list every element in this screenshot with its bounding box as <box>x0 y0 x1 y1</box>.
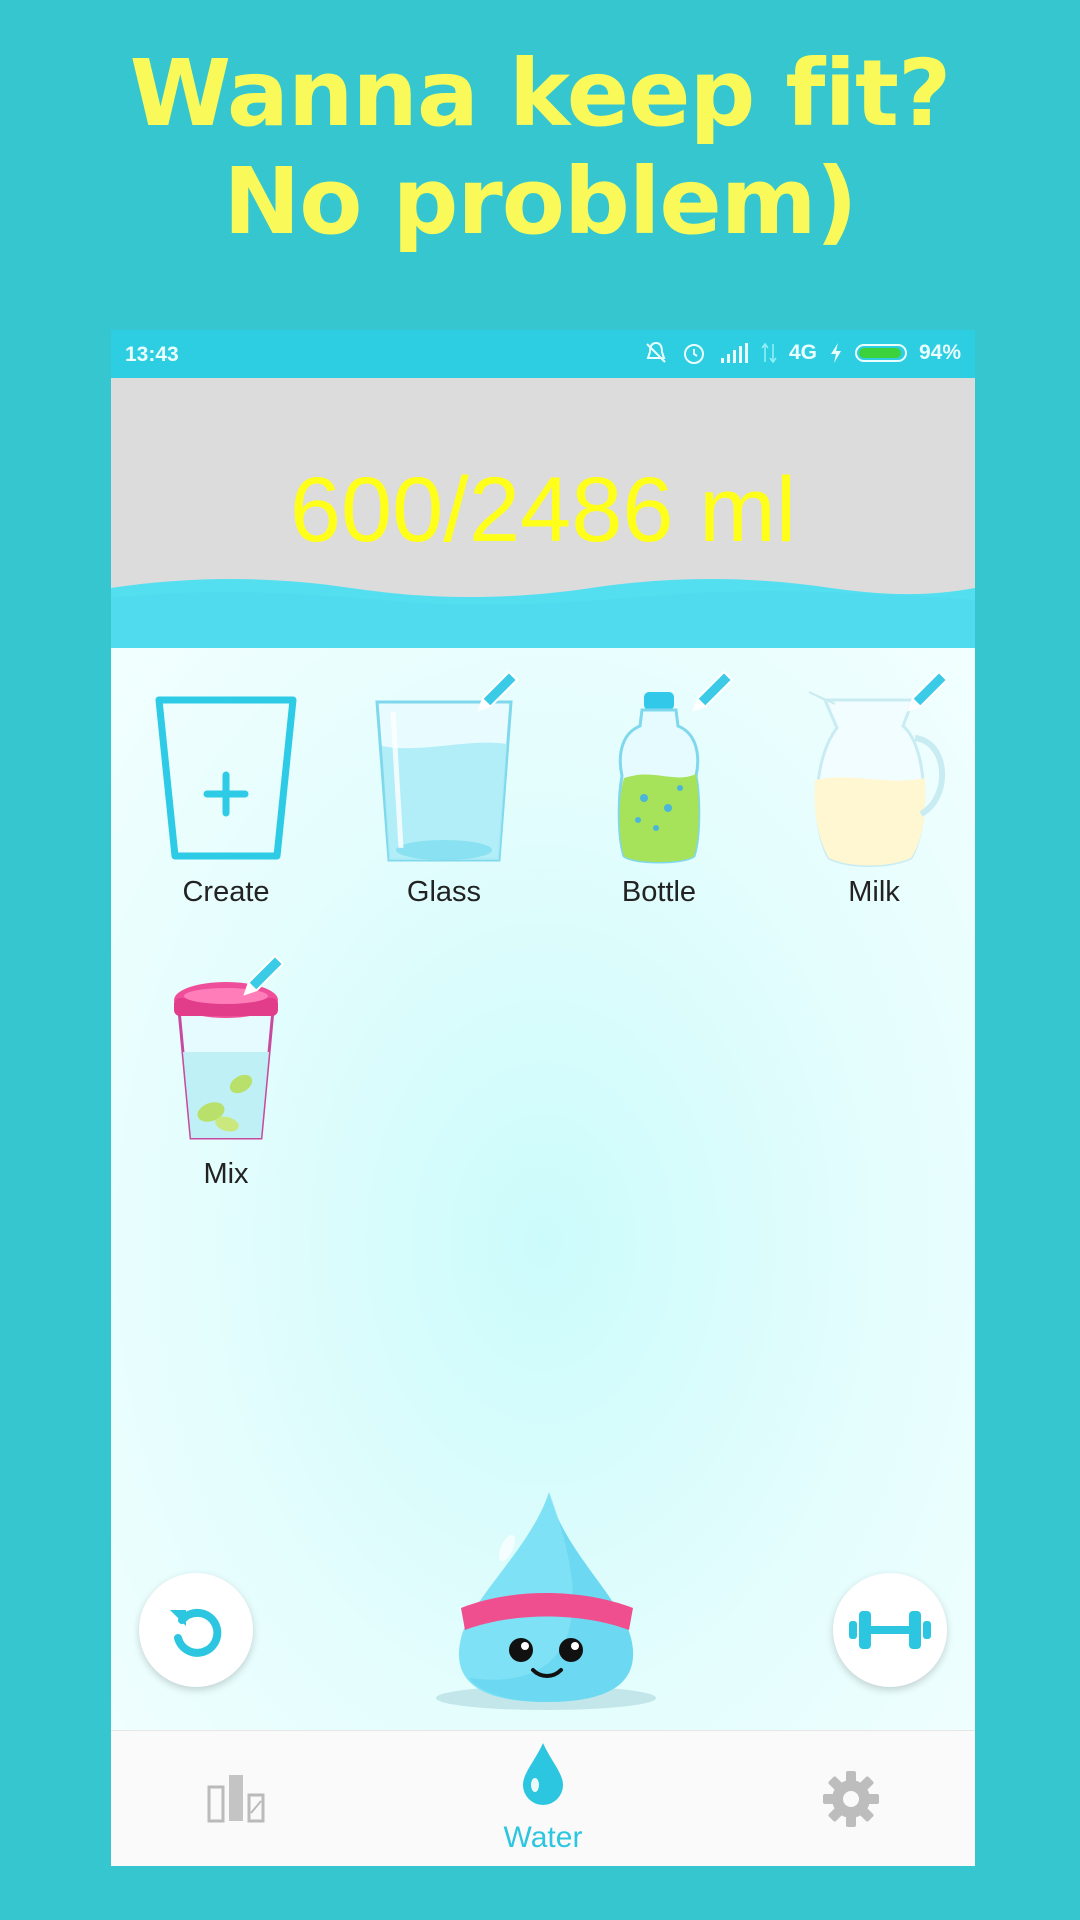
drink-label: Milk <box>848 876 900 908</box>
mix-cup-icon <box>131 970 321 1150</box>
dumbbell-icon <box>849 1611 931 1649</box>
promo-line-1: Wanna keep fit? <box>129 40 952 147</box>
network-type: 4G <box>788 341 817 364</box>
drink-label: Create <box>182 876 270 908</box>
drink-label: Bottle <box>621 876 697 908</box>
signal-icon <box>720 343 748 363</box>
edit-pencil-icon[interactable] <box>235 948 291 1004</box>
edit-pencil-icon[interactable] <box>899 664 955 720</box>
edit-pencil-icon[interactable] <box>684 664 740 720</box>
edit-pencil-icon[interactable] <box>469 664 525 720</box>
data-transfer-icon <box>761 342 777 364</box>
battery-icon <box>854 344 907 362</box>
chart-icon <box>207 1775 265 1823</box>
nav-water[interactable]: Water <box>443 1731 643 1866</box>
nav-stats[interactable] <box>137 1731 337 1866</box>
promo-line-2: No problem) <box>223 148 857 255</box>
drink-create[interactable]: Create <box>131 688 321 909</box>
phone-screen: 13:43 4G 94% 600/2486 ml Create Glass Bo… <box>111 330 975 1866</box>
mute-icon <box>646 341 666 363</box>
drink-grid: Create Glass Bottle Milk Mix <box>111 648 975 1730</box>
status-icons: 4G 94% <box>643 340 961 366</box>
alarm-icon <box>683 344 704 364</box>
progress-header: 600/2486 ml <box>111 378 975 648</box>
undo-icon <box>170 1608 222 1657</box>
undo-button[interactable] <box>139 1573 253 1687</box>
create-cup-icon <box>131 688 321 868</box>
drink-label: Mix <box>203 1158 249 1190</box>
gear-icon <box>823 1771 879 1827</box>
status-bar: 13:43 4G 94% <box>111 330 975 378</box>
water-drop-mascot <box>436 1492 656 1710</box>
bottom-nav: Water <box>111 1730 975 1866</box>
charging-icon <box>830 343 841 363</box>
drink-label: Glass <box>406 876 482 908</box>
promo-headline: Wanna keep fit? No problem) <box>0 40 1080 256</box>
water-drop-icon <box>523 1743 563 1805</box>
status-time: 13:43 <box>125 343 179 366</box>
battery-percent: 94% <box>918 341 961 364</box>
nav-settings[interactable] <box>749 1731 949 1866</box>
workout-button[interactable] <box>833 1573 947 1687</box>
drink-bottle[interactable]: Bottle <box>564 670 754 909</box>
drink-glass[interactable]: Glass <box>349 670 539 909</box>
drink-mix[interactable]: Mix <box>131 954 321 1191</box>
nav-label: Water <box>503 1821 583 1854</box>
drink-milk[interactable]: Milk <box>779 670 969 909</box>
progress-text: 600/2486 ml <box>289 459 797 561</box>
water-wave <box>111 579 975 648</box>
